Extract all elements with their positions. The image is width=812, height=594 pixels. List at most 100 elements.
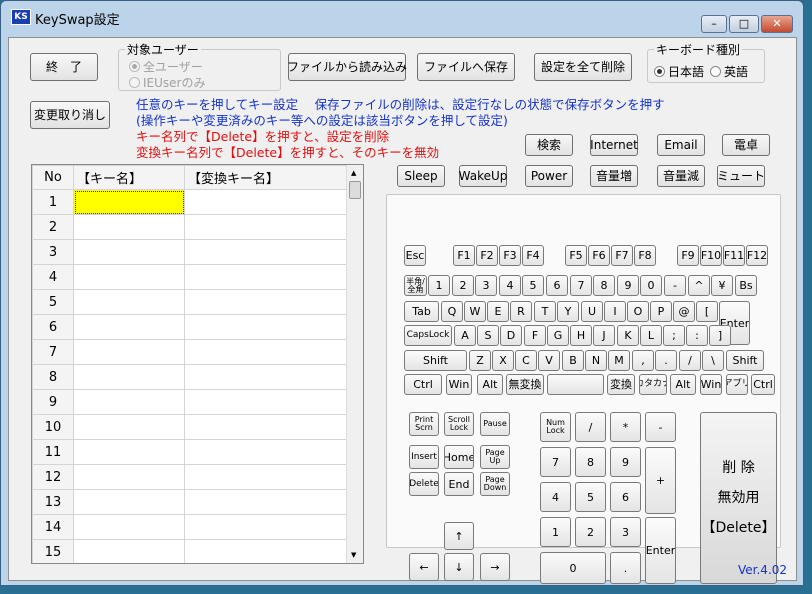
key-name-cell[interactable] xyxy=(73,189,185,215)
key-name-cell[interactable] xyxy=(73,464,185,490)
key[interactable]: . xyxy=(655,350,677,371)
function-key[interactable]: F10 xyxy=(700,245,722,266)
function-key[interactable]: F12 xyxy=(746,245,768,266)
key-name-cell[interactable] xyxy=(73,389,185,415)
table-row[interactable]: 7 xyxy=(32,339,348,365)
key[interactable]: [ xyxy=(696,301,718,322)
key-name-cell[interactable] xyxy=(73,314,185,340)
key-name-cell[interactable] xyxy=(73,539,185,563)
key[interactable]: C xyxy=(515,350,537,371)
mapped-key-name-cell[interactable] xyxy=(184,339,348,365)
function-key[interactable]: F1 xyxy=(453,245,475,266)
special-key-button[interactable]: 音量減 xyxy=(657,165,705,187)
numpad-key[interactable]: 4 xyxy=(540,482,571,512)
key[interactable]: Alt xyxy=(670,374,696,395)
key[interactable]: P xyxy=(650,301,672,322)
arrow-up-key[interactable]: ↑ xyxy=(444,522,474,550)
key-name-cell[interactable] xyxy=(73,364,185,390)
radio-english[interactable]: 英語 xyxy=(710,63,748,80)
key[interactable]: Tab xyxy=(404,301,439,322)
function-key[interactable]: F2 xyxy=(476,245,498,266)
key[interactable]: L xyxy=(640,325,662,346)
numpad-key[interactable]: - xyxy=(645,412,676,442)
function-key[interactable]: F9 xyxy=(677,245,699,266)
key[interactable]: - xyxy=(664,275,686,296)
mapped-key-name-cell[interactable] xyxy=(184,489,348,515)
key[interactable]: Bs xyxy=(735,275,757,296)
table-row[interactable]: 4 xyxy=(32,264,348,290)
key[interactable]: Win xyxy=(446,374,472,395)
mapped-key-name-cell[interactable] xyxy=(184,414,348,440)
arrow-right-key[interactable]: → xyxy=(480,553,510,581)
key[interactable]: 2 xyxy=(452,275,474,296)
table-row[interactable]: 10 xyxy=(32,414,348,440)
radio-all-users[interactable]: 全ユーザー xyxy=(129,58,203,75)
key[interactable]: Ctrl xyxy=(751,374,775,395)
table-row[interactable]: 14 xyxy=(32,514,348,540)
key[interactable]: 6 xyxy=(546,275,568,296)
special-key-button[interactable]: Power xyxy=(525,165,573,187)
nav-key[interactable]: Pause xyxy=(480,412,510,436)
special-key-button[interactable]: Internet xyxy=(590,134,638,156)
key[interactable]: W xyxy=(464,301,486,322)
numpad-key[interactable]: 5 xyxy=(575,482,606,512)
key[interactable]: , xyxy=(632,350,654,371)
special-key-button[interactable]: 検索 xyxy=(525,134,573,156)
mapped-key-name-cell[interactable] xyxy=(184,314,348,340)
special-key-button[interactable]: WakeUp xyxy=(459,165,507,187)
key[interactable]: \ xyxy=(702,350,724,371)
table-row[interactable]: 15 xyxy=(32,539,348,563)
nav-key[interactable]: Delete xyxy=(409,472,439,496)
numpad-enter-key[interactable]: Enter xyxy=(645,517,676,584)
scroll-up-icon[interactable]: ▲ xyxy=(351,169,356,177)
numpad-key[interactable]: 3 xyxy=(610,517,641,547)
key[interactable]: D xyxy=(500,325,522,346)
numpad-key[interactable]: 2 xyxy=(575,517,606,547)
key[interactable]: Shift xyxy=(404,350,467,371)
mapped-key-name-cell[interactable] xyxy=(184,439,348,465)
table-row[interactable]: 1 xyxy=(32,189,348,215)
mapped-key-name-cell[interactable] xyxy=(184,514,348,540)
nav-key[interactable]: End xyxy=(444,472,474,496)
mapped-key-name-cell[interactable] xyxy=(184,289,348,315)
key-name-cell[interactable] xyxy=(73,514,185,540)
key[interactable]: 4 xyxy=(499,275,521,296)
numpad-key[interactable]: 7 xyxy=(540,447,571,477)
special-key-button[interactable]: Email xyxy=(657,134,705,156)
nav-key[interactable]: Page Down xyxy=(480,472,510,496)
numpad-key[interactable]: + xyxy=(645,447,676,514)
key[interactable]: J xyxy=(593,325,615,346)
function-key[interactable]: F8 xyxy=(634,245,656,266)
key[interactable]: Q xyxy=(441,301,463,322)
key-name-cell[interactable] xyxy=(73,214,185,240)
key-name-cell[interactable] xyxy=(73,439,185,465)
special-key-button[interactable]: ミュート xyxy=(717,165,765,187)
key-name-cell[interactable] xyxy=(73,414,185,440)
mapped-key-name-cell[interactable] xyxy=(184,264,348,290)
function-key[interactable]: F4 xyxy=(522,245,544,266)
key[interactable]: : xyxy=(686,325,708,346)
key[interactable]: 3 xyxy=(475,275,497,296)
key[interactable]: ; xyxy=(663,325,685,346)
key[interactable]: カタカナ xyxy=(639,374,667,395)
mapped-key-name-cell[interactable] xyxy=(184,364,348,390)
special-key-button[interactable]: 音量増 xyxy=(590,165,638,187)
function-key[interactable]: F6 xyxy=(588,245,610,266)
key[interactable]: ^ xyxy=(688,275,710,296)
key[interactable]: M xyxy=(608,350,630,371)
key[interactable]: 9 xyxy=(617,275,639,296)
table-row[interactable]: 9 xyxy=(32,389,348,415)
numpad-key[interactable]: 6 xyxy=(610,482,641,512)
special-key-button[interactable]: 電卓 xyxy=(722,134,770,156)
key-name-cell[interactable] xyxy=(73,339,185,365)
key[interactable]: U xyxy=(581,301,603,322)
key[interactable]: @ xyxy=(673,301,695,322)
key[interactable]: ] xyxy=(709,325,731,346)
function-key[interactable]: F11 xyxy=(723,245,745,266)
mapped-key-name-cell[interactable] xyxy=(184,389,348,415)
special-key-button[interactable]: Sleep xyxy=(397,165,445,187)
space-key[interactable] xyxy=(547,374,604,395)
nav-key[interactable]: Scroll Lock xyxy=(444,412,474,436)
numpad-key[interactable]: . xyxy=(610,552,641,584)
key[interactable]: 5 xyxy=(522,275,544,296)
